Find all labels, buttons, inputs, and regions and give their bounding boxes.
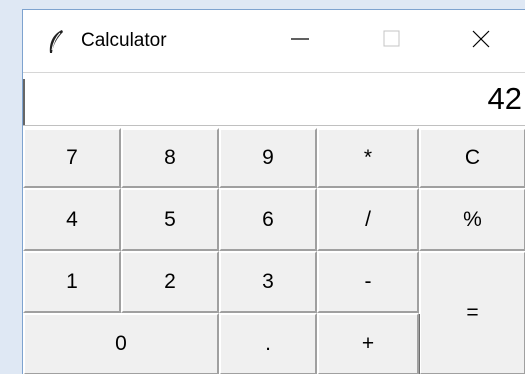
key-clear[interactable]: C	[419, 128, 525, 188]
key-4[interactable]: 4	[23, 188, 121, 251]
key-percent[interactable]: %	[419, 188, 525, 251]
maximize-icon	[382, 29, 402, 54]
key-5[interactable]: 5	[121, 188, 219, 251]
display-edge	[23, 79, 25, 125]
window-title: Calculator	[81, 30, 167, 51]
key-9[interactable]: 9	[219, 128, 317, 188]
display-value: 42	[487, 81, 522, 116]
key-subtract[interactable]: -	[317, 251, 419, 313]
close-button[interactable]	[447, 10, 515, 72]
key-0[interactable]: 0	[23, 313, 219, 374]
minimize-button[interactable]	[266, 10, 334, 72]
key-decimal[interactable]: .	[219, 313, 317, 374]
key-equals[interactable]: =	[419, 251, 525, 374]
key-6[interactable]: 6	[219, 188, 317, 251]
key-3[interactable]: 3	[219, 251, 317, 313]
close-icon	[471, 29, 491, 54]
key-7[interactable]: 7	[23, 128, 121, 188]
key-8[interactable]: 8	[121, 128, 219, 188]
key-1[interactable]: 1	[23, 251, 121, 313]
maximize-button[interactable]	[358, 10, 426, 72]
display-field[interactable]: 42	[23, 72, 525, 126]
key-add[interactable]: +	[317, 313, 419, 374]
key-multiply[interactable]: *	[317, 128, 419, 188]
calculator-window: Calculator 42 7 8 9 * C 4 5 6 / % 1 2 3 …	[22, 9, 525, 374]
feather-icon	[45, 29, 67, 55]
key-2[interactable]: 2	[121, 251, 219, 313]
title-bar[interactable]: Calculator	[23, 10, 525, 72]
key-divide[interactable]: /	[317, 188, 419, 251]
minimize-icon	[290, 29, 310, 54]
